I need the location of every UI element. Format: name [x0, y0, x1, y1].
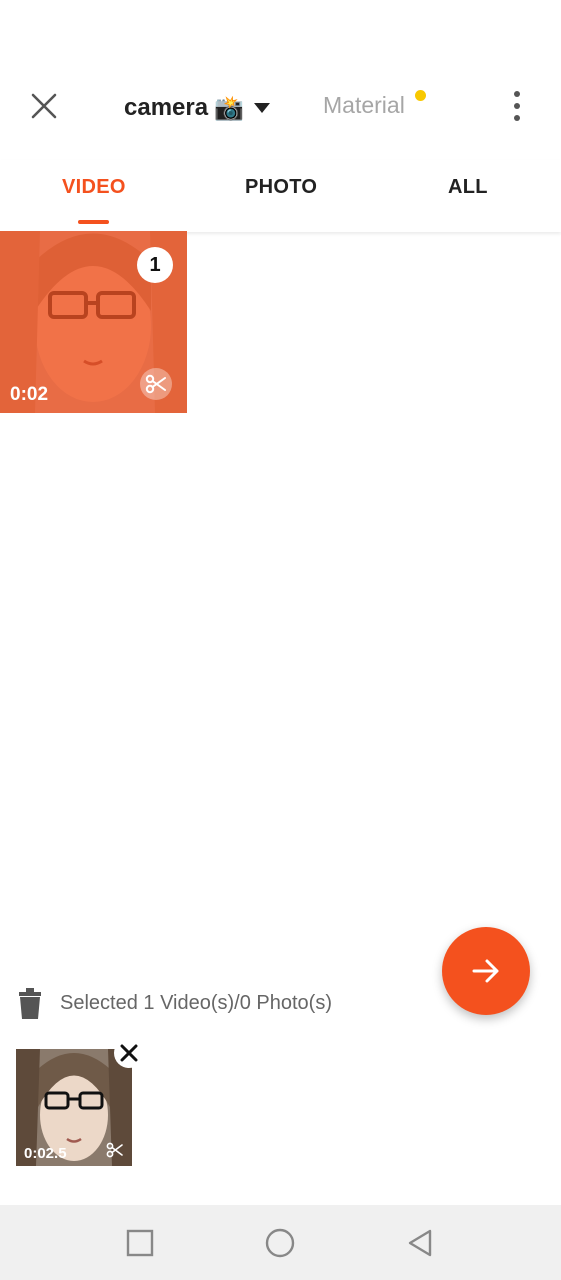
remove-selected-button[interactable] — [114, 1038, 144, 1068]
selected-video-duration: 0:02.5 — [24, 1145, 67, 1162]
arrow-right-icon — [472, 959, 499, 983]
tab-all[interactable]: ALL — [448, 176, 488, 199]
more-vertical-icon — [514, 91, 520, 97]
tab-photo[interactable]: PHOTO — [245, 176, 317, 199]
selection-number-badge: 1 — [137, 247, 173, 283]
material-tab[interactable]: Material — [323, 92, 405, 119]
trash-icon — [19, 988, 41, 1019]
back-triangle-icon[interactable] — [404, 1227, 436, 1259]
video-duration: 0:02 — [10, 384, 49, 405]
home-circle-icon[interactable] — [264, 1227, 296, 1259]
notification-dot — [415, 90, 426, 101]
selection-summary: Selected 1 Video(s)/0 Photo(s) — [60, 992, 333, 1014]
album-name: camera — [124, 94, 209, 121]
close-icon — [31, 93, 57, 119]
clear-selection-button[interactable] — [17, 988, 43, 1020]
camera-emoji-icon: 📸 — [214, 94, 244, 122]
trim-button[interactable] — [140, 368, 172, 400]
next-button[interactable] — [442, 927, 530, 1015]
recents-square-icon[interactable] — [124, 1227, 156, 1259]
close-icon — [120, 1044, 138, 1062]
album-selector[interactable]: camera 📸 — [124, 88, 270, 128]
active-tab-indicator — [78, 220, 109, 224]
close-button[interactable] — [24, 86, 64, 126]
top-bar: camera 📸 Material — [0, 0, 561, 150]
more-options-button[interactable] — [500, 86, 534, 126]
caret-down-icon — [253, 103, 270, 113]
scissors-icon — [145, 374, 166, 394]
scissors-icon[interactable] — [106, 1141, 124, 1159]
tab-video[interactable]: VIDEO — [62, 176, 126, 199]
system-navigation-bar — [0, 1205, 561, 1280]
media-type-tabs: VIDEO PHOTO ALL — [0, 160, 561, 232]
